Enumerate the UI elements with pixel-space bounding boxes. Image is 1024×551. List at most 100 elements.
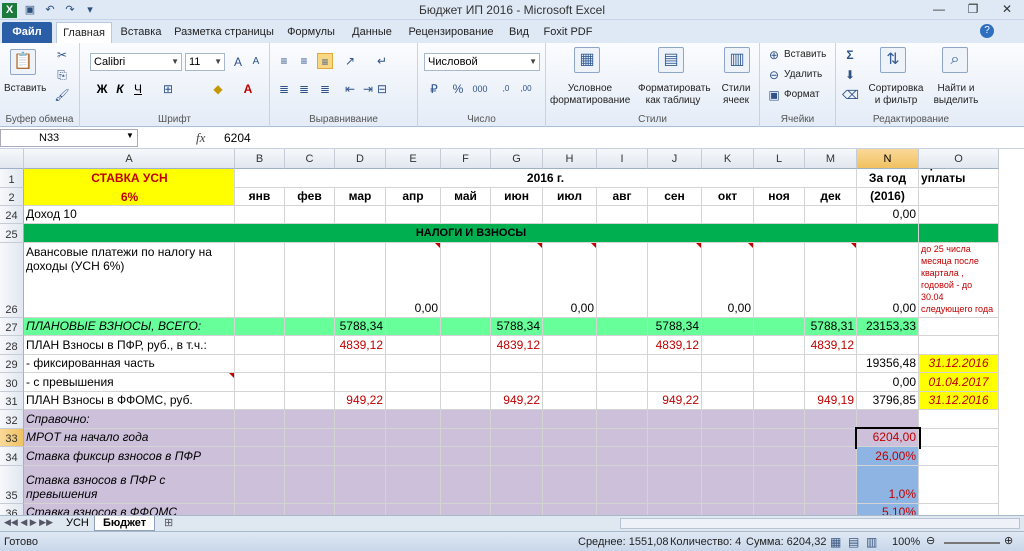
month-H[interactable]: июл [543,188,597,206]
comma-icon[interactable]: 000 [472,81,488,97]
cell-K35[interactable] [702,466,754,504]
cell-H35[interactable] [543,466,597,504]
cell-D30[interactable] [335,373,386,392]
formula-input[interactable]: 6204 [224,131,251,145]
tab-file[interactable]: Файл [2,22,52,43]
row-header-32[interactable]: 32 [0,410,24,429]
cell-G27[interactable]: 5788,34 [491,318,543,336]
grow-font-icon[interactable]: A [230,54,246,70]
cell-F26[interactable] [441,243,491,318]
cell-G33[interactable] [491,429,543,447]
cell-H32[interactable] [543,410,597,429]
cell-A36[interactable]: Ставка взносов в ФФОМС [24,504,235,515]
cell-B28[interactable] [235,336,285,355]
cell-E32[interactable] [386,410,441,429]
cell-G35[interactable] [491,466,543,504]
cell-M33[interactable] [805,429,857,447]
cell-B26[interactable] [235,243,285,318]
cell-F27[interactable] [441,318,491,336]
clear-icon[interactable]: ⌫ [842,87,859,103]
outdent-icon[interactable]: ⇤ [342,81,358,97]
name-box-dropdown-icon[interactable]: ▼ [126,131,134,140]
cell-J27[interactable]: 5788,34 [648,318,702,336]
row-header-1[interactable]: 1 [0,169,24,188]
cell-F32[interactable] [441,410,491,429]
cell-C24[interactable] [285,206,335,224]
cell-L36[interactable] [754,504,805,515]
cell-G34[interactable] [491,447,543,466]
cell-E28[interactable] [386,336,441,355]
cell-O35[interactable] [919,466,999,504]
cell-J30[interactable] [648,373,702,392]
cell-F29[interactable] [441,355,491,373]
cell-D24[interactable] [335,206,386,224]
cell-I32[interactable] [597,410,648,429]
cell-I28[interactable] [597,336,648,355]
zoom-out-icon[interactable]: ⊖ [926,534,935,547]
cell-M31[interactable]: 949,19 [805,392,857,410]
percent-icon[interactable]: % [450,81,466,97]
cell-B33[interactable] [235,429,285,447]
cell-M26-comment[interactable] [805,243,857,318]
tab-view[interactable]: Вид [504,22,534,43]
cell-K33[interactable] [702,429,754,447]
name-box[interactable]: N33 [0,129,138,147]
cell-J32[interactable] [648,410,702,429]
tab-foxit[interactable]: Foxit PDF [540,22,596,43]
increase-decimal-icon[interactable]: ,0 [498,81,514,97]
cell-H34[interactable] [543,447,597,466]
horizontal-scrollbar[interactable] [620,518,1020,529]
cell-O32[interactable] [919,410,999,429]
cell-I35[interactable] [597,466,648,504]
cell-C31[interactable] [285,392,335,410]
cell-O29[interactable]: 31.12.2016 [919,355,999,373]
cell-G30[interactable] [491,373,543,392]
cell-M27[interactable]: 5788,31 [805,318,857,336]
srok-header[interactable]: Срок уплаты [919,169,999,188]
decrease-decimal-icon[interactable]: ,00 [518,81,534,97]
cell-M35[interactable] [805,466,857,504]
cell-D26[interactable] [335,243,386,318]
orientation-icon[interactable]: ↗ [342,53,358,69]
row-header-28[interactable]: 28 [0,336,24,355]
sort-filter-button[interactable]: Сортировка и фильтр [866,83,926,107]
cell-M29[interactable] [805,355,857,373]
cell-O27[interactable] [919,318,999,336]
col-header-A[interactable]: A [24,149,235,169]
align-middle-icon[interactable]: ≡ [296,53,312,69]
format-cells-button[interactable]: Формат [784,89,820,101]
cell-O24[interactable] [919,206,999,224]
col-header-J[interactable]: J [648,149,702,169]
cell-E30[interactable] [386,373,441,392]
cell-K34[interactable] [702,447,754,466]
cell-C34[interactable] [285,447,335,466]
cell-N26[interactable]: 0,00 [857,243,919,318]
font-size-select[interactable]: 11 ▼ [185,53,225,71]
cell-M28[interactable]: 4839,12 [805,336,857,355]
align-center-icon[interactable]: ≣ [296,81,312,97]
cell-E36[interactable] [386,504,441,515]
cell-A32[interactable]: Справочно: [24,410,235,429]
row-header-36[interactable]: 36 [0,504,24,515]
cell-L32[interactable] [754,410,805,429]
col-header-I[interactable]: I [597,149,648,169]
cell-M32[interactable] [805,410,857,429]
cell-N28[interactable] [857,336,919,355]
row-header-24[interactable]: 24 [0,206,24,224]
cell-A35[interactable]: Ставка взносов в ПФР с превышения [24,466,235,504]
currency-icon[interactable]: ₽ [426,81,442,97]
restore-icon[interactable]: ❐ [956,0,990,18]
row-header-27[interactable]: 27 [0,318,24,336]
autosum-icon[interactable]: Σ [842,47,858,63]
fill-icon[interactable]: ⬇ [842,67,858,83]
insert-cells-button[interactable]: Вставить [784,49,826,61]
cell-D35[interactable] [335,466,386,504]
cell-N34[interactable]: 26,00% [857,447,919,466]
italic-icon[interactable]: К [112,81,128,97]
cell-L30[interactable] [754,373,805,392]
cell-K28[interactable] [702,336,754,355]
cell-B36[interactable] [235,504,285,515]
wrap-text-icon[interactable]: ↵ [374,53,390,69]
col-header-K[interactable]: K [702,149,754,169]
cell-H30[interactable] [543,373,597,392]
